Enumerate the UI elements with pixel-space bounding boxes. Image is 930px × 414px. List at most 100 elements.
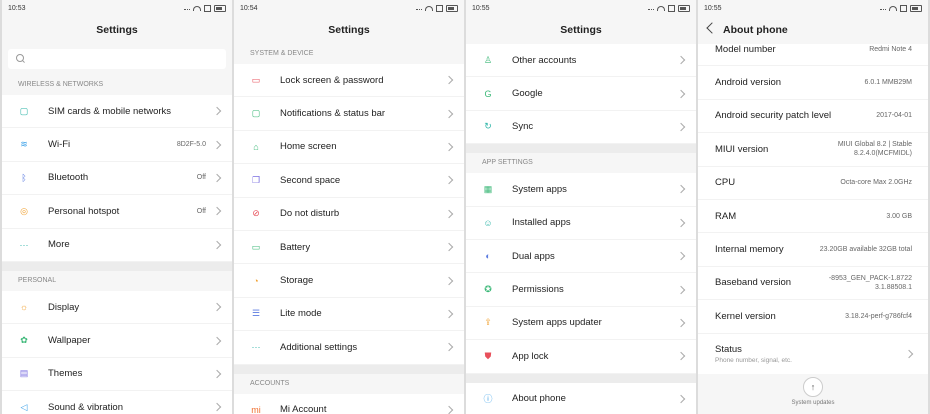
settings-item-dual-apps[interactable]: ◐ Dual apps — [466, 239, 696, 274]
settings-item-storage[interactable]: ◔ Storage — [234, 264, 464, 298]
status-time: 10:55 — [472, 4, 490, 12]
chevron-right-icon — [676, 352, 686, 361]
chevron-right-icon — [212, 336, 222, 345]
settings-item-mi-account[interactable]: mi Mi Account — [234, 393, 464, 414]
chevron-right-icon — [676, 318, 686, 328]
settings-item-lite-mode[interactable]: ☰ Lite mode — [234, 297, 464, 332]
settings-item-value: Off — [196, 207, 206, 215]
settings-item-notifications-status-bar[interactable]: ▢ Notifications & status bar — [234, 97, 464, 131]
about-row-value: MIUI Global 8.2 | Stable 8.2.4.0(MCFMIDL… — [837, 141, 912, 158]
chevron-right-icon — [444, 242, 454, 252]
settings-item-system-apps[interactable]: ▦ System apps — [466, 173, 696, 207]
about-row-label: Model number — [715, 43, 776, 55]
page-title: Settings — [2, 16, 232, 44]
settings-item-google[interactable]: G Google — [466, 77, 696, 111]
settings-item-themes[interactable]: ▤ Themes — [2, 357, 232, 392]
accounts-icon: ♙ — [483, 54, 493, 65]
themes-icon: ▤ — [19, 368, 29, 379]
about-row-label: MIUI version — [715, 143, 769, 155]
about-row-label: CPU — [715, 177, 736, 189]
info-icon: ⓘ — [483, 394, 493, 405]
chevron-right-icon — [444, 142, 454, 152]
battery-status-icon — [678, 4, 690, 12]
about-row-miui-version: MIUI version MIUI Global 8.2 | Stable 8.2… — [698, 133, 928, 167]
about-row-value: -8953_GEN_PACK-1.8722 3.1.88508.1 — [828, 274, 912, 291]
settings-item-lock-screen-password[interactable]: ▭ Lock screen & password — [234, 64, 464, 98]
sim-status-icon — [204, 4, 211, 12]
arrow-up-icon[interactable]: ↑ — [803, 377, 823, 397]
chevron-right-icon — [676, 185, 686, 194]
mi-account-icon: mi — [251, 404, 261, 414]
settings-item-wallpaper[interactable]: ✿ Wallpaper — [2, 324, 232, 358]
settings-item-label: Second space — [280, 174, 341, 186]
settings-item-display[interactable]: ☼ Display — [2, 290, 232, 325]
section-header: APP SETTINGS — [466, 153, 696, 174]
about-row-value: 6.0.1 MMB29M — [864, 79, 912, 87]
settings-item-label: Personal hotspot — [48, 205, 120, 217]
system-apps-icon: ▦ — [483, 183, 493, 194]
settings-item-home-screen[interactable]: ⌂ Home screen — [234, 130, 464, 165]
settings-item-label: System apps updater — [512, 317, 602, 329]
settings-item-additional-settings[interactable]: ··· Additional settings — [234, 331, 464, 365]
about-row-label: Android security patch level — [715, 110, 832, 122]
settings-item-label: Battery — [280, 241, 311, 253]
sync-icon: ↻ — [484, 121, 492, 132]
settings-item-sync[interactable]: ↻ Sync — [466, 110, 696, 145]
additional-settings-icon: ··· — [251, 342, 261, 353]
second-space-icon: ❐ — [251, 174, 261, 185]
about-row-android-version: Android version 6.0.1 MMB29M — [698, 66, 928, 100]
installed-apps-icon: ☺ — [483, 217, 493, 228]
battery-status-icon — [446, 4, 458, 12]
settings-item-label: More — [48, 239, 70, 251]
chevron-right-icon — [444, 309, 454, 319]
settings-item-label: Additional settings — [280, 341, 358, 353]
status-time: 10:55 — [704, 4, 722, 12]
chevron-right-icon — [212, 369, 222, 379]
wallpaper-icon: ✿ — [20, 335, 28, 346]
settings-item-label: Bluetooth — [48, 172, 89, 184]
settings-item-label: System apps — [512, 183, 567, 195]
search-input[interactable] — [8, 49, 226, 69]
settings-item-battery[interactable]: ▭ Battery — [234, 230, 464, 265]
chevron-right-icon — [676, 55, 686, 65]
settings-item-label: Notifications & status bar — [280, 108, 386, 120]
about-row-label: RAM — [715, 210, 737, 222]
chevron-right-icon — [904, 349, 914, 358]
settings-item-permissions[interactable]: ✪ Permissions — [466, 273, 696, 307]
chevron-right-icon — [444, 176, 454, 185]
storage-icon: ◔ — [253, 275, 259, 286]
settings-item-system-apps-updater[interactable]: ⇪ System apps updater — [466, 306, 696, 341]
settings-item-label: Home screen — [280, 141, 337, 153]
chevron-right-icon — [676, 89, 686, 98]
notifications-icon: ▢ — [251, 108, 261, 119]
sim-status-icon — [900, 4, 907, 12]
settings-item-personal-hotspot[interactable]: ◎ Personal hotspot Off — [2, 195, 232, 229]
settings-item-bluetooth[interactable]: ᛒ Bluetooth Off — [2, 161, 232, 196]
settings-item-more[interactable]: ··· More — [2, 228, 232, 262]
wifi-status-icon — [193, 5, 201, 11]
settings-panel-3: 10:55 Settings ♙ Other accounts G Google ↻ Sy… — [466, 0, 696, 414]
signal-icon — [648, 8, 654, 10]
signal-icon — [880, 8, 886, 10]
settings-item-sound-vibration[interactable]: ◁ Sound & vibration — [2, 391, 232, 414]
page-title: About phone — [723, 24, 788, 36]
about-row-android-security-patch-level: Android security patch level 2017-04-01 — [698, 99, 928, 134]
status-time: 10:54 — [240, 4, 258, 12]
about-row-value: 2017-04-01 — [876, 112, 912, 120]
wifi-icon: ≋ — [20, 139, 28, 150]
chevron-right-icon — [676, 122, 686, 132]
status-row[interactable]: Status Phone number, signal, etc. — [698, 333, 928, 374]
back-arrow-icon[interactable] — [706, 22, 718, 34]
section-divider — [234, 364, 464, 374]
system-updates[interactable]: ↑ System updates — [698, 377, 928, 406]
chevron-right-icon — [444, 75, 454, 85]
settings-item-app-lock[interactable]: ⛊ App lock — [466, 340, 696, 374]
settings-item-installed-apps[interactable]: ☺ Installed apps — [466, 206, 696, 240]
settings-item-about-phone[interactable]: ⓘ About phone — [466, 382, 696, 414]
status-time: 10:53 — [8, 4, 26, 12]
settings-item-other-accounts[interactable]: ♙ Other accounts — [466, 44, 696, 78]
settings-item-do-not-disturb[interactable]: ⊘ Do not disturb — [234, 197, 464, 231]
settings-item-sim-cards-mobile-networks[interactable]: ▢ SIM cards & mobile networks — [2, 95, 232, 129]
settings-item-second-space[interactable]: ❐ Second space — [234, 164, 464, 198]
settings-item-wi-fi[interactable]: ≋ Wi-Fi 8D2F-5.0 — [2, 128, 232, 162]
